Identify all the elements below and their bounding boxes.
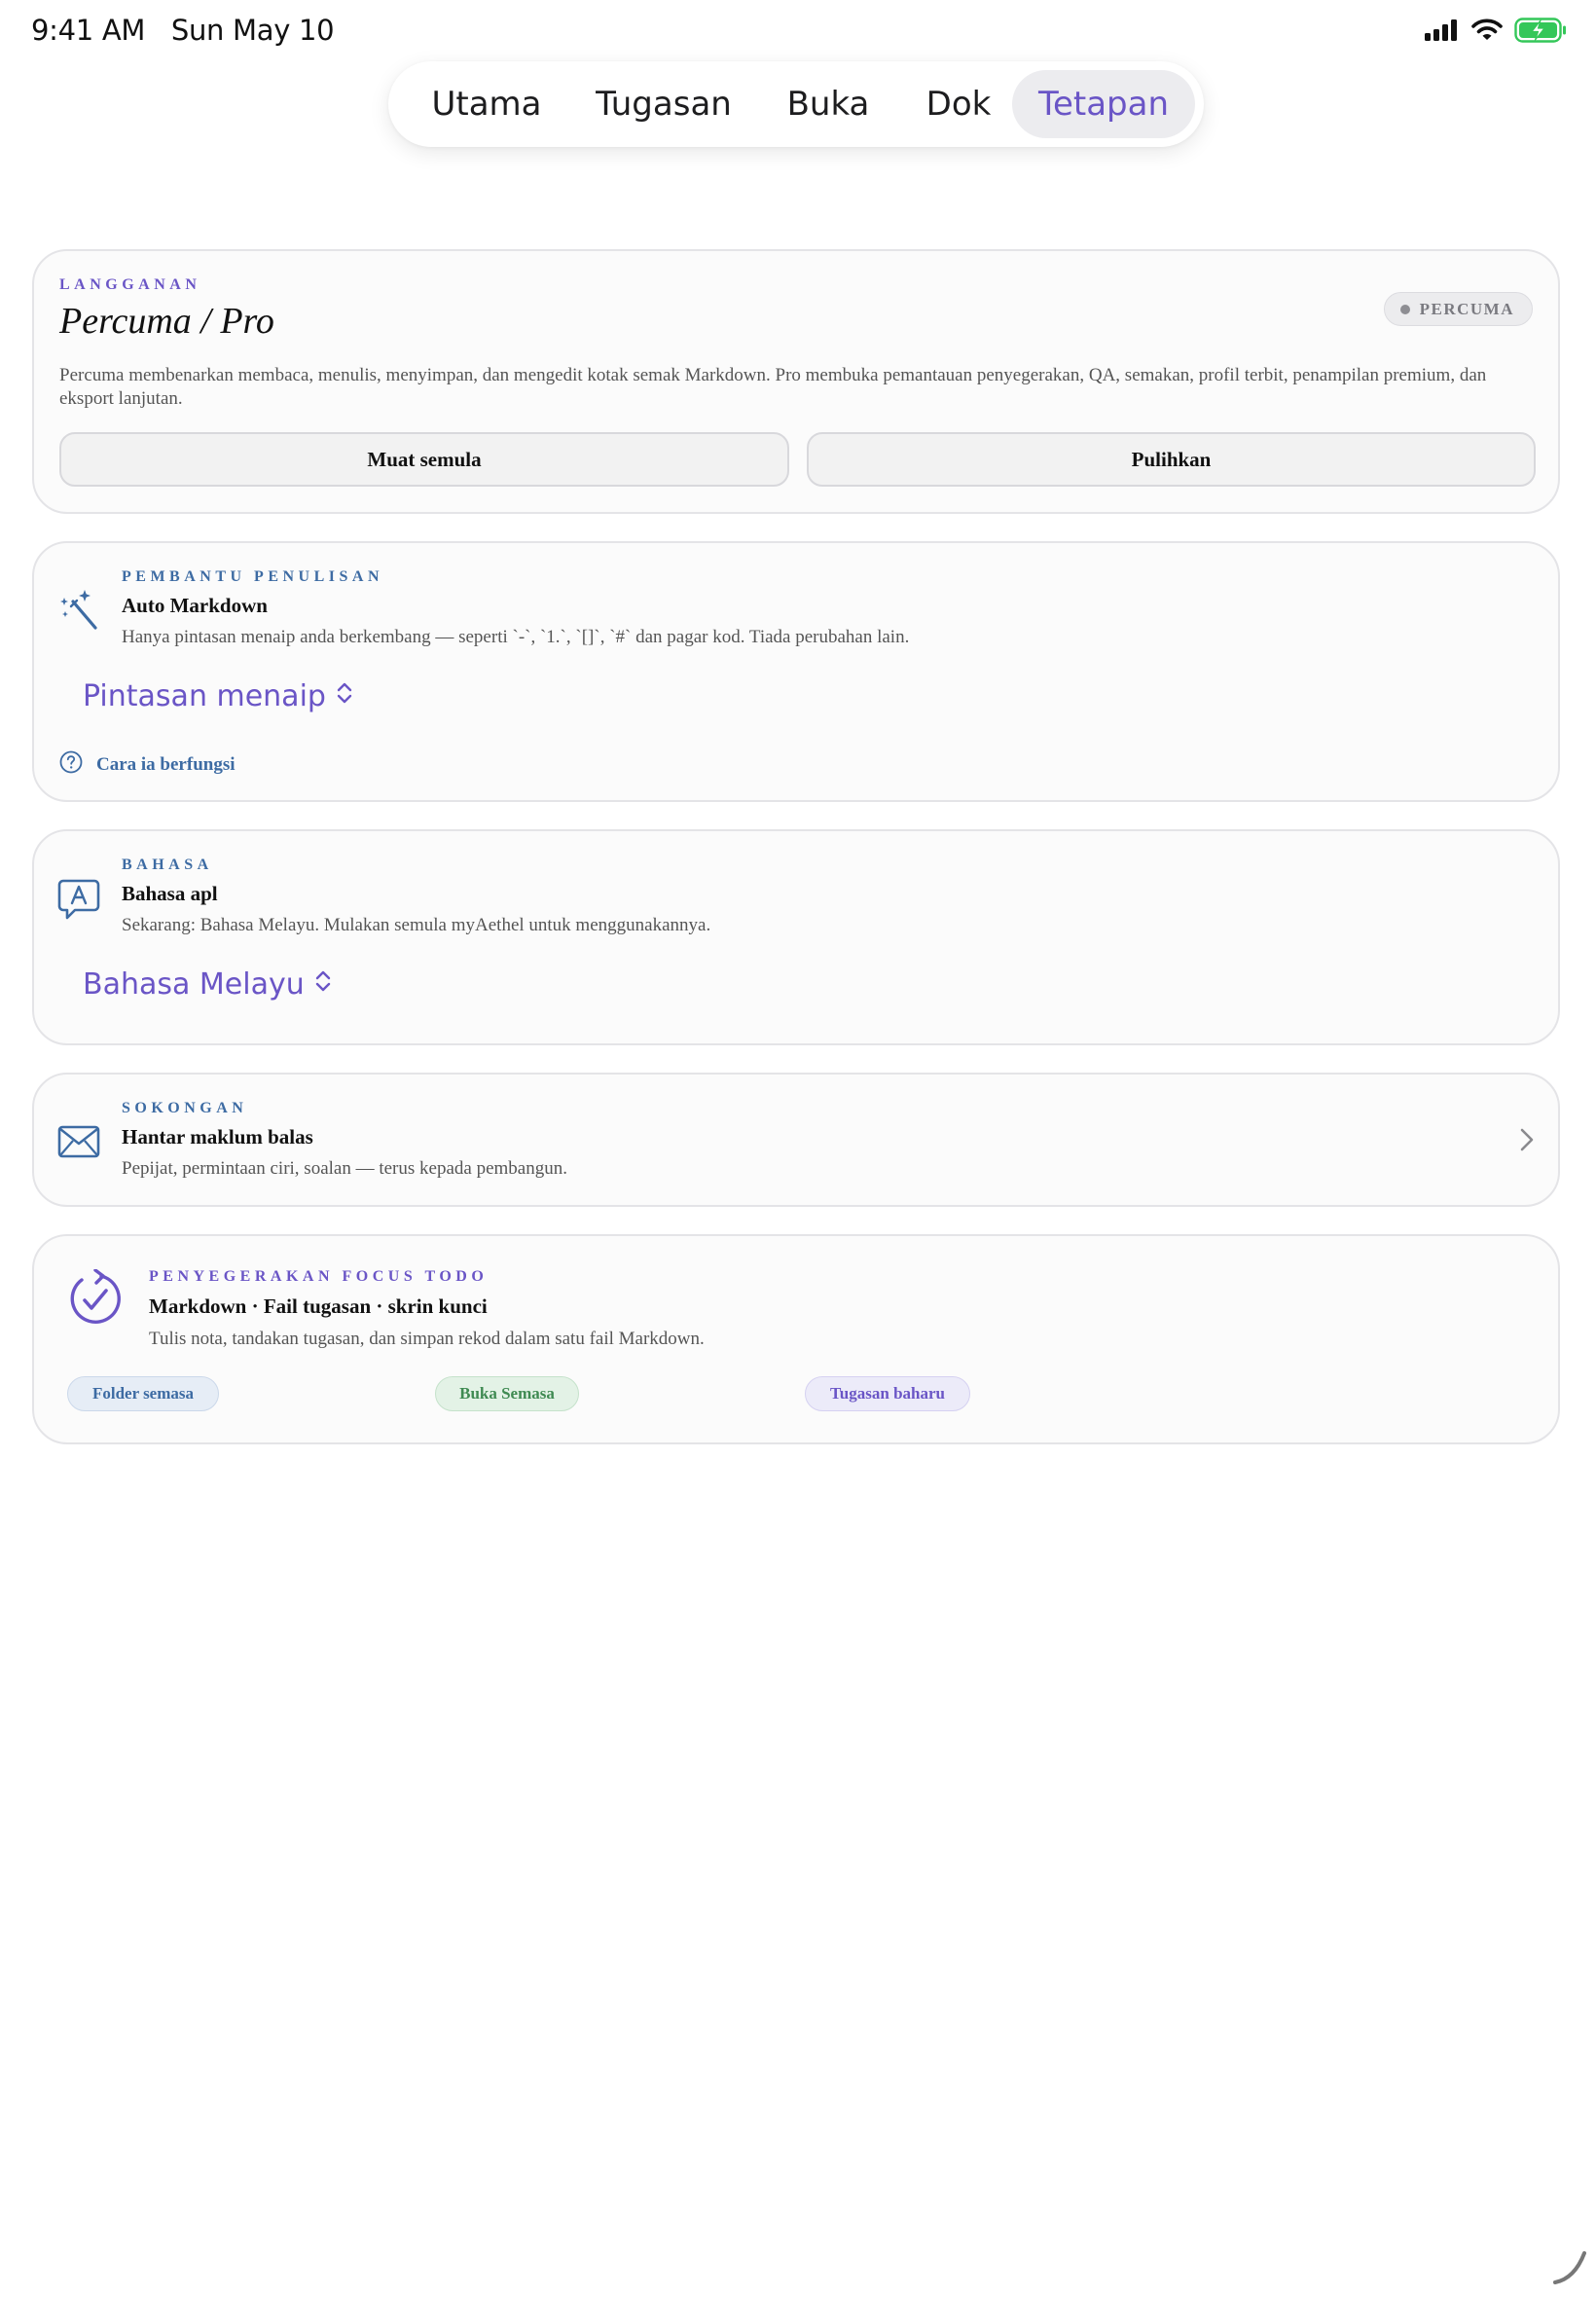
support-title: Hantar maklum balas <box>122 1125 313 1148</box>
support-eyebrow: SOKONGAN <box>122 1100 248 1116</box>
status-time: 9:41 AM Sun May 10 <box>31 14 335 47</box>
send-feedback-row[interactable]: SOKONGAN Hantar maklum balas Pepijat, pe… <box>32 1073 1560 1207</box>
writing-assistant-description: Hanya pintasan menaip anda berkembang — … <box>122 627 910 647</box>
sync-card: PENYEGERAKAN FOCUS TODO Markdown · Fail … <box>32 1234 1560 1444</box>
wifi-icon <box>1471 18 1503 47</box>
top-tab-bar: Utama Tugasan Buka Dok Tetapan <box>388 61 1204 147</box>
language-title: Bahasa apl <box>122 882 218 905</box>
new-task-chip[interactable]: Tugasan baharu <box>805 1376 970 1411</box>
tab-tugasan[interactable]: Tugasan <box>576 70 751 138</box>
sync-eyebrow: PENYEGERAKAN FOCUS TODO <box>149 1268 489 1285</box>
restore-button[interactable]: Pulihkan <box>807 432 1536 487</box>
envelope-icon <box>57 1125 100 1163</box>
how-it-works-label: Cara ia berfungsi <box>96 754 236 775</box>
sync-title: Markdown · Fail tugasan · skrin kunci <box>149 1294 488 1318</box>
chevron-up-down-icon <box>336 679 353 713</box>
tab-buka[interactable]: Buka <box>751 70 905 138</box>
question-circle-icon <box>59 750 83 780</box>
writing-assistant-eyebrow: PEMBANTU PENULISAN <box>122 568 384 585</box>
magic-wand-icon <box>57 588 100 636</box>
chevron-up-down-icon <box>314 967 332 1002</box>
subscription-title: Percuma / Pro <box>59 301 274 342</box>
tab-tetapan[interactable]: Tetapan <box>1012 70 1195 138</box>
plan-status-label: PERCUMA <box>1419 299 1514 318</box>
status-dot-icon <box>1399 304 1410 314</box>
tab-utama[interactable]: Utama <box>397 70 576 138</box>
subscription-description: Percuma membenarkan membaca, menulis, me… <box>59 365 1487 409</box>
cellular-signal-icon <box>1425 19 1460 46</box>
subscription-card: LANGGANAN Percuma / Pro PERCUMA Percuma … <box>32 249 1560 514</box>
reload-button[interactable]: Muat semula <box>59 432 789 487</box>
translate-bubble-icon <box>57 878 100 926</box>
subscription-eyebrow: LANGGANAN <box>59 276 201 293</box>
app-language-picker[interactable]: Bahasa Melayu <box>83 967 332 1002</box>
chevron-right-icon <box>1519 1127 1535 1157</box>
plan-status-badge: PERCUMA <box>1383 292 1533 326</box>
tab-dok[interactable]: Dok <box>905 70 1012 138</box>
writing-assistant-title: Auto Markdown <box>122 594 268 617</box>
status-bar: 9:41 AM Sun May 10 <box>0 0 1596 62</box>
current-folder-chip[interactable]: Folder semasa <box>67 1376 219 1411</box>
sync-check-icon <box>67 1268 124 1334</box>
scroll-corner-indicator <box>1551 2247 1590 2291</box>
battery-charging-icon <box>1514 18 1567 48</box>
sync-description: Tulis nota, tandakan tugasan, dan simpan… <box>149 1329 705 1349</box>
language-card: BAHASA Bahasa apl Sekarang: Bahasa Melay… <box>32 829 1560 1045</box>
writing-assistant-card: PEMBANTU PENULISAN Auto Markdown Hanya p… <box>32 541 1560 802</box>
language-eyebrow: BAHASA <box>122 857 213 873</box>
app-language-value: Bahasa Melayu <box>83 967 305 1002</box>
open-current-chip[interactable]: Buka Semasa <box>435 1376 579 1411</box>
typing-shortcuts-value: Pintasan menaip <box>83 679 326 713</box>
status-icons <box>1425 18 1567 48</box>
support-description: Pepijat, permintaan ciri, soalan — terus… <box>122 1158 567 1179</box>
typing-shortcuts-picker[interactable]: Pintasan menaip <box>83 679 353 713</box>
language-description: Sekarang: Bahasa Melayu. Mulakan semula … <box>122 915 711 935</box>
how-it-works-link[interactable]: Cara ia berfungsi <box>59 750 236 780</box>
